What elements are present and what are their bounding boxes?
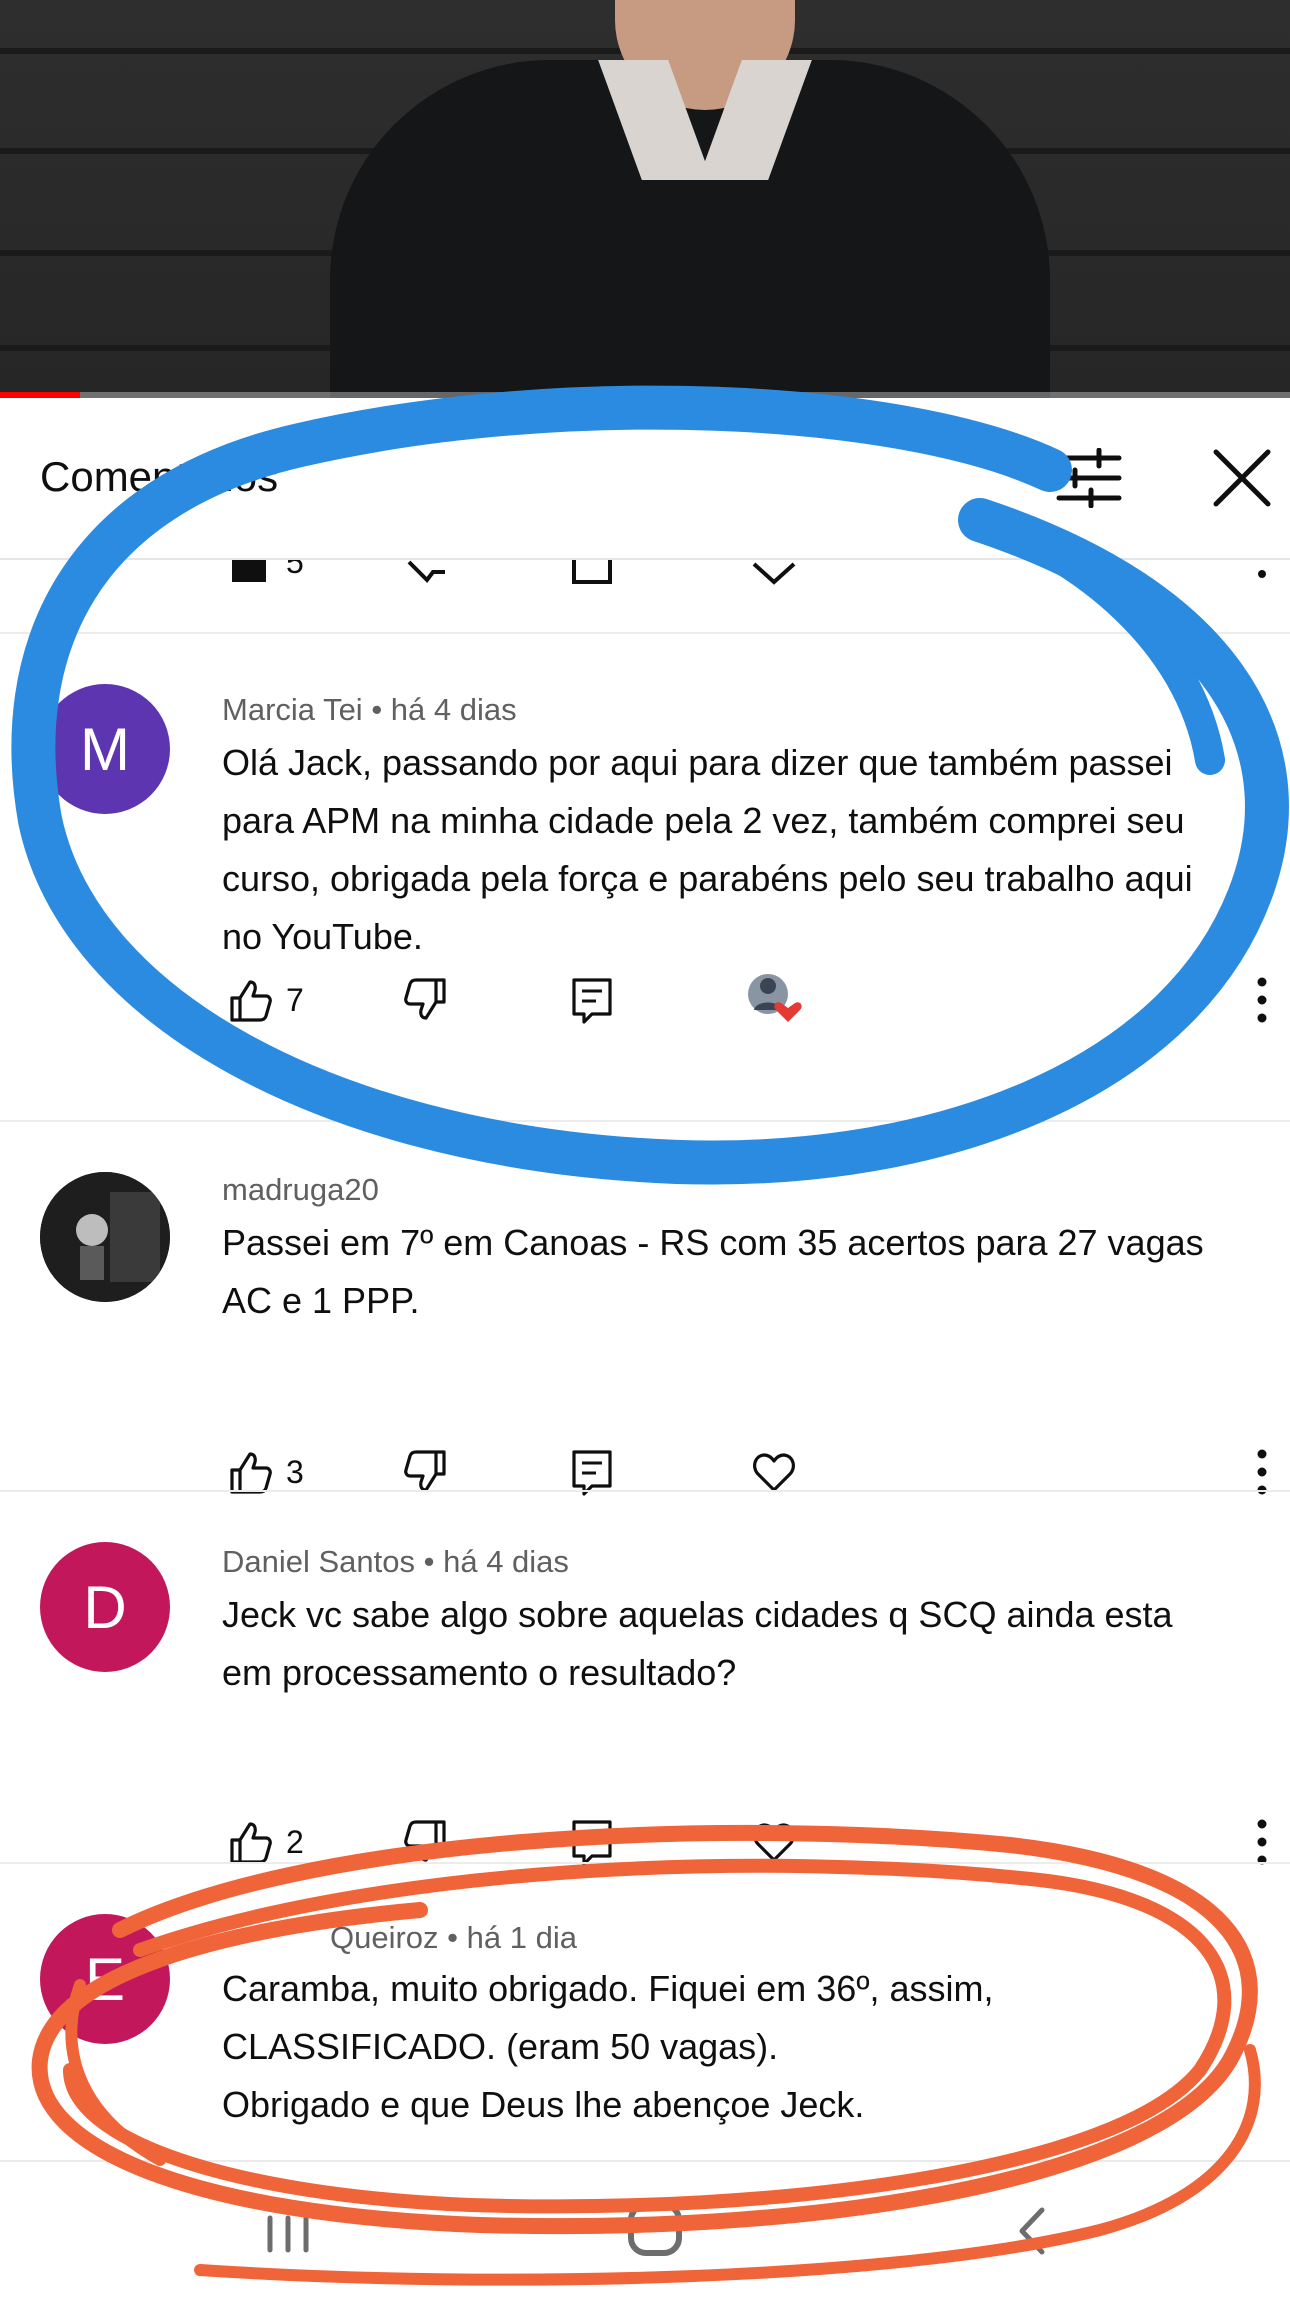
more-vert-icon[interactable]: [1252, 1816, 1272, 1868]
video-player[interactable]: [0, 0, 1290, 398]
home-icon[interactable]: [628, 2202, 682, 2256]
comment-item: M Marcia Tei • há 4 dias Olá Jack, passa…: [0, 632, 1290, 1024]
back-icon[interactable]: [1012, 2204, 1052, 2258]
meta-separator: •: [447, 1920, 467, 1955]
heart-button[interactable]: [750, 560, 798, 592]
reply-icon: [572, 978, 612, 1024]
system-nav-bar: [0, 2160, 1290, 2298]
thumbs-up-icon: [230, 1452, 272, 1494]
comment-time: há 4 dias: [390, 692, 517, 727]
thumbs-up-icon: [230, 980, 272, 1022]
like-count: 7: [286, 981, 304, 1018]
creator-heart-icon: [748, 974, 802, 1022]
comment-meta: Daniel Santos • há 4 dias: [222, 1544, 569, 1580]
comment-text: Passei em 7º em Canoas - RS com 35 acert…: [222, 1222, 1204, 1321]
avatar[interactable]: D: [40, 1542, 170, 1672]
avatar[interactable]: M: [40, 684, 170, 814]
dislike-button[interactable]: [402, 970, 450, 1030]
reply-button[interactable]: [568, 560, 616, 592]
previous-comment-actions: 5: [0, 560, 1290, 630]
reply-button[interactable]: [568, 970, 616, 1030]
comment-meta: madruga20: [222, 1172, 379, 1208]
comment-meta: Queiroz • há 1 dia: [330, 1920, 577, 1956]
comment-meta: Marcia Tei • há 4 dias: [222, 692, 517, 728]
close-icon[interactable]: [1210, 446, 1274, 510]
comments-title: Comentários: [40, 453, 279, 500]
thumbs-up-icon: [232, 560, 266, 582]
avatar[interactable]: [40, 1172, 170, 1302]
comment-line: Caramba, muito obrigado. Fiquei em 36º, …: [222, 1968, 994, 2009]
comment-text: Olá Jack, passando por aqui para dizer q…: [222, 742, 1193, 957]
dislike-button[interactable]: [403, 560, 451, 592]
comment-author[interactable]: Queiroz: [330, 1920, 439, 1955]
comment-item: madruga20 Passei em 7º em Canoas - RS co…: [0, 1122, 1290, 1496]
comment-author[interactable]: Marcia Tei: [222, 692, 363, 727]
comments-list[interactable]: 5 M Marcia Tei • há 4 dias Olá Jack, pas…: [0, 560, 1290, 2160]
comment-item: D Daniel Santos • há 4 dias Jeck vc sabe…: [0, 1492, 1290, 1866]
meta-separator: •: [423, 1544, 444, 1579]
comment-time: há 1 dia: [466, 1920, 577, 1955]
comment-line: Obrigado e que Deus lhe abençoe Jeck.: [222, 2084, 865, 2125]
comments-header: Comentários: [0, 398, 1290, 560]
comment-author[interactable]: Daniel Santos: [222, 1544, 415, 1579]
comment-text: Caramba, muito obrigado. Fiquei em 36º, …: [222, 1960, 1222, 2134]
like-count: 2: [286, 1823, 304, 1860]
heart-icon: [752, 562, 796, 585]
like-count: 3: [286, 1453, 304, 1490]
comment-author[interactable]: madruga20: [222, 1172, 379, 1207]
like-button[interactable]: 7: [226, 970, 304, 1030]
presenter-shirt: [330, 60, 1050, 398]
heart-icon: [753, 1453, 795, 1492]
meta-separator: •: [371, 692, 391, 727]
more-vert-icon[interactable]: [1252, 974, 1272, 1026]
creator-heart-badge: [746, 970, 802, 1026]
recent-apps-icon[interactable]: [262, 2214, 314, 2254]
thumbs-down-icon: [404, 978, 446, 1020]
thumbs-down-icon: [404, 1450, 446, 1492]
comment-text: Jeck vc sabe algo sobre aquelas cidades …: [222, 1594, 1173, 1693]
sliders-icon[interactable]: [1055, 448, 1123, 508]
comment-item: E Queiroz • há 1 dia Caramba, muito obri…: [0, 1864, 1290, 2160]
thumbs-up-icon: [230, 1822, 272, 1864]
more-vert-icon[interactable]: [1252, 560, 1272, 600]
comment-time: há 4 dias: [443, 1544, 569, 1579]
like-button[interactable]: 5: [226, 560, 304, 592]
comment-actions: 7: [222, 970, 1267, 1030]
thumbs-down-icon: [407, 560, 445, 584]
reply-icon: [572, 560, 612, 584]
avatar-photo: [40, 1172, 170, 1302]
reply-icon: [572, 1820, 612, 1866]
avatar[interactable]: E: [40, 1914, 170, 2044]
heart-icon: [753, 1823, 795, 1862]
comment-line: CLASSIFICADO. (eram 50 vagas).: [222, 2026, 779, 2067]
reply-icon: [572, 1450, 612, 1496]
like-count: 5: [286, 560, 304, 580]
thumbs-down-icon: [404, 1820, 446, 1862]
